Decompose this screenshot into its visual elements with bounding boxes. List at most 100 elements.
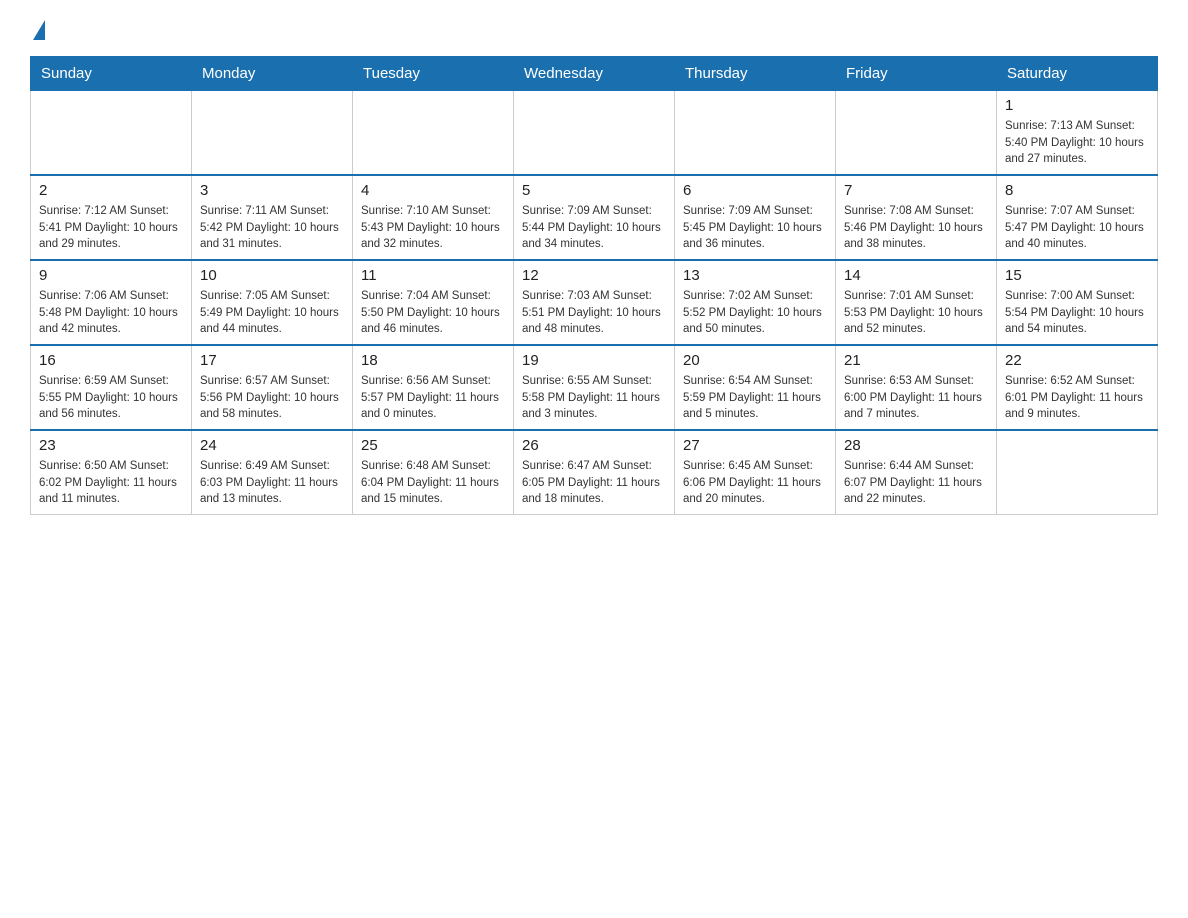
calendar-cell: 16 Sunrise: 6:59 AM Sunset: 5:55 PM Dayli… xyxy=(31,345,192,430)
day-info: Sunrise: 7:07 AM Sunset: 5:47 PM Dayligh… xyxy=(1005,203,1149,253)
calendar-cell: 22 Sunrise: 6:52 AM Sunset: 6:01 PM Dayli… xyxy=(997,345,1158,430)
day-info: Sunrise: 6:54 AM Sunset: 5:59 PM Dayligh… xyxy=(683,373,827,423)
calendar-cell: 21 Sunrise: 6:53 AM Sunset: 6:00 PM Dayli… xyxy=(836,345,997,430)
day-number: 23 xyxy=(39,437,183,454)
day-info: Sunrise: 7:05 AM Sunset: 5:49 PM Dayligh… xyxy=(200,288,344,338)
day-info: Sunrise: 7:10 AM Sunset: 5:43 PM Dayligh… xyxy=(361,203,505,253)
day-info: Sunrise: 7:13 AM Sunset: 5:40 PM Dayligh… xyxy=(1005,118,1149,168)
calendar-cell: 23Sunrise: 6:50 AM Sunset: 6:02 PM Dayli… xyxy=(31,430,192,515)
day-of-week-header: Saturday xyxy=(997,57,1158,91)
day-number: 13 xyxy=(683,267,827,284)
day-info: Sunrise: 7:00 AM Sunset: 5:54 PM Dayligh… xyxy=(1005,288,1149,338)
day-number: 20 xyxy=(683,352,827,369)
calendar-table: SundayMondayTuesdayWednesdayThursdayFrid… xyxy=(30,56,1158,515)
calendar-cell xyxy=(997,430,1158,515)
day-number: 14 xyxy=(844,267,988,284)
calendar-cell: 28 Sunrise: 6:44 AM Sunset: 6:07 PM Dayli… xyxy=(836,430,997,515)
day-number: 6 xyxy=(683,182,827,199)
calendar-cell: 15 Sunrise: 7:00 AM Sunset: 5:54 PM Dayli… xyxy=(997,260,1158,345)
calendar-week-row: 16 Sunrise: 6:59 AM Sunset: 5:55 PM Dayli… xyxy=(31,345,1158,430)
day-number: 9 xyxy=(39,267,183,284)
calendar-cell: 9 Sunrise: 7:06 AM Sunset: 5:48 PM Daylig… xyxy=(31,260,192,345)
calendar-cell: 19Sunrise: 6:55 AM Sunset: 5:58 PM Dayli… xyxy=(514,345,675,430)
calendar-cell: 13 Sunrise: 7:02 AM Sunset: 5:52 PM Dayli… xyxy=(675,260,836,345)
day-info: Sunrise: 7:01 AM Sunset: 5:53 PM Dayligh… xyxy=(844,288,988,338)
day-number: 5 xyxy=(522,182,666,199)
day-info: Sunrise: 7:09 AM Sunset: 5:45 PM Dayligh… xyxy=(683,203,827,253)
calendar-cell: 5 Sunrise: 7:09 AM Sunset: 5:44 PM Daylig… xyxy=(514,175,675,260)
day-number: 2 xyxy=(39,182,183,199)
calendar-cell: 2 Sunrise: 7:12 AM Sunset: 5:41 PM Daylig… xyxy=(31,175,192,260)
day-info: Sunrise: 6:45 AM Sunset: 6:06 PM Dayligh… xyxy=(683,458,827,508)
day-number: 1 xyxy=(1005,97,1149,114)
calendar-cell: 24Sunrise: 6:49 AM Sunset: 6:03 PM Dayli… xyxy=(192,430,353,515)
day-info: Sunrise: 6:53 AM Sunset: 6:00 PM Dayligh… xyxy=(844,373,988,423)
day-number: 28 xyxy=(844,437,988,454)
calendar-cell: 10Sunrise: 7:05 AM Sunset: 5:49 PM Dayli… xyxy=(192,260,353,345)
day-info: Sunrise: 7:08 AM Sunset: 5:46 PM Dayligh… xyxy=(844,203,988,253)
day-info: Sunrise: 6:44 AM Sunset: 6:07 PM Dayligh… xyxy=(844,458,988,508)
day-number: 8 xyxy=(1005,182,1149,199)
calendar-cell: 27 Sunrise: 6:45 AM Sunset: 6:06 PM Dayli… xyxy=(675,430,836,515)
day-of-week-header: Thursday xyxy=(675,57,836,91)
calendar-cell: 12 Sunrise: 7:03 AM Sunset: 5:51 PM Dayli… xyxy=(514,260,675,345)
day-number: 22 xyxy=(1005,352,1149,369)
day-info: Sunrise: 7:06 AM Sunset: 5:48 PM Dayligh… xyxy=(39,288,183,338)
day-number: 4 xyxy=(361,182,505,199)
day-number: 25 xyxy=(361,437,505,454)
calendar-week-row: 2 Sunrise: 7:12 AM Sunset: 5:41 PM Daylig… xyxy=(31,175,1158,260)
calendar-cell: 8 Sunrise: 7:07 AM Sunset: 5:47 PM Daylig… xyxy=(997,175,1158,260)
day-info: Sunrise: 6:57 AM Sunset: 5:56 PM Dayligh… xyxy=(200,373,344,423)
day-number: 17 xyxy=(200,352,344,369)
calendar-week-row: 23Sunrise: 6:50 AM Sunset: 6:02 PM Dayli… xyxy=(31,430,1158,515)
calendar-cell: 14 Sunrise: 7:01 AM Sunset: 5:53 PM Dayli… xyxy=(836,260,997,345)
day-info: Sunrise: 6:49 AM Sunset: 6:03 PM Dayligh… xyxy=(200,458,344,508)
calendar-cell: 4 Sunrise: 7:10 AM Sunset: 5:43 PM Daylig… xyxy=(353,175,514,260)
day-info: Sunrise: 6:56 AM Sunset: 5:57 PM Dayligh… xyxy=(361,373,505,423)
day-of-week-header: Friday xyxy=(836,57,997,91)
day-info: Sunrise: 7:09 AM Sunset: 5:44 PM Dayligh… xyxy=(522,203,666,253)
day-of-week-header: Monday xyxy=(192,57,353,91)
day-number: 11 xyxy=(361,267,505,284)
day-info: Sunrise: 7:03 AM Sunset: 5:51 PM Dayligh… xyxy=(522,288,666,338)
day-info: Sunrise: 6:47 AM Sunset: 6:05 PM Dayligh… xyxy=(522,458,666,508)
day-number: 3 xyxy=(200,182,344,199)
calendar-cell: 20 Sunrise: 6:54 AM Sunset: 5:59 PM Dayli… xyxy=(675,345,836,430)
calendar-cell: 26 Sunrise: 6:47 AM Sunset: 6:05 PM Dayli… xyxy=(514,430,675,515)
calendar-cell: 17 Sunrise: 6:57 AM Sunset: 5:56 PM Dayli… xyxy=(192,345,353,430)
day-of-week-header: Sunday xyxy=(31,57,192,91)
day-number: 26 xyxy=(522,437,666,454)
page-header xyxy=(30,20,1158,40)
day-info: Sunrise: 6:59 AM Sunset: 5:55 PM Dayligh… xyxy=(39,373,183,423)
day-number: 18 xyxy=(361,352,505,369)
logo xyxy=(30,20,45,40)
calendar-cell: 1 Sunrise: 7:13 AM Sunset: 5:40 PM Daylig… xyxy=(997,91,1158,176)
calendar-cell xyxy=(192,91,353,176)
day-number: 16 xyxy=(39,352,183,369)
calendar-week-row: 9 Sunrise: 7:06 AM Sunset: 5:48 PM Daylig… xyxy=(31,260,1158,345)
day-info: Sunrise: 6:52 AM Sunset: 6:01 PM Dayligh… xyxy=(1005,373,1149,423)
day-number: 21 xyxy=(844,352,988,369)
day-of-week-header: Wednesday xyxy=(514,57,675,91)
day-of-week-header: Tuesday xyxy=(353,57,514,91)
calendar-header-row: SundayMondayTuesdayWednesdayThursdayFrid… xyxy=(31,57,1158,91)
day-number: 7 xyxy=(844,182,988,199)
day-number: 27 xyxy=(683,437,827,454)
day-info: Sunrise: 6:55 AM Sunset: 5:58 PM Dayligh… xyxy=(522,373,666,423)
calendar-cell: 11 Sunrise: 7:04 AM Sunset: 5:50 PM Dayli… xyxy=(353,260,514,345)
calendar-cell xyxy=(675,91,836,176)
day-info: Sunrise: 7:12 AM Sunset: 5:41 PM Dayligh… xyxy=(39,203,183,253)
day-info: Sunrise: 6:48 AM Sunset: 6:04 PM Dayligh… xyxy=(361,458,505,508)
logo-triangle-icon xyxy=(33,20,45,40)
day-number: 15 xyxy=(1005,267,1149,284)
day-info: Sunrise: 7:02 AM Sunset: 5:52 PM Dayligh… xyxy=(683,288,827,338)
calendar-cell xyxy=(31,91,192,176)
day-info: Sunrise: 7:04 AM Sunset: 5:50 PM Dayligh… xyxy=(361,288,505,338)
calendar-cell: 7 Sunrise: 7:08 AM Sunset: 5:46 PM Daylig… xyxy=(836,175,997,260)
calendar-cell: 25 Sunrise: 6:48 AM Sunset: 6:04 PM Dayli… xyxy=(353,430,514,515)
day-number: 12 xyxy=(522,267,666,284)
calendar-cell: 18 Sunrise: 6:56 AM Sunset: 5:57 PM Dayli… xyxy=(353,345,514,430)
calendar-week-row: 1 Sunrise: 7:13 AM Sunset: 5:40 PM Daylig… xyxy=(31,91,1158,176)
day-info: Sunrise: 7:11 AM Sunset: 5:42 PM Dayligh… xyxy=(200,203,344,253)
calendar-cell: 6 Sunrise: 7:09 AM Sunset: 5:45 PM Daylig… xyxy=(675,175,836,260)
